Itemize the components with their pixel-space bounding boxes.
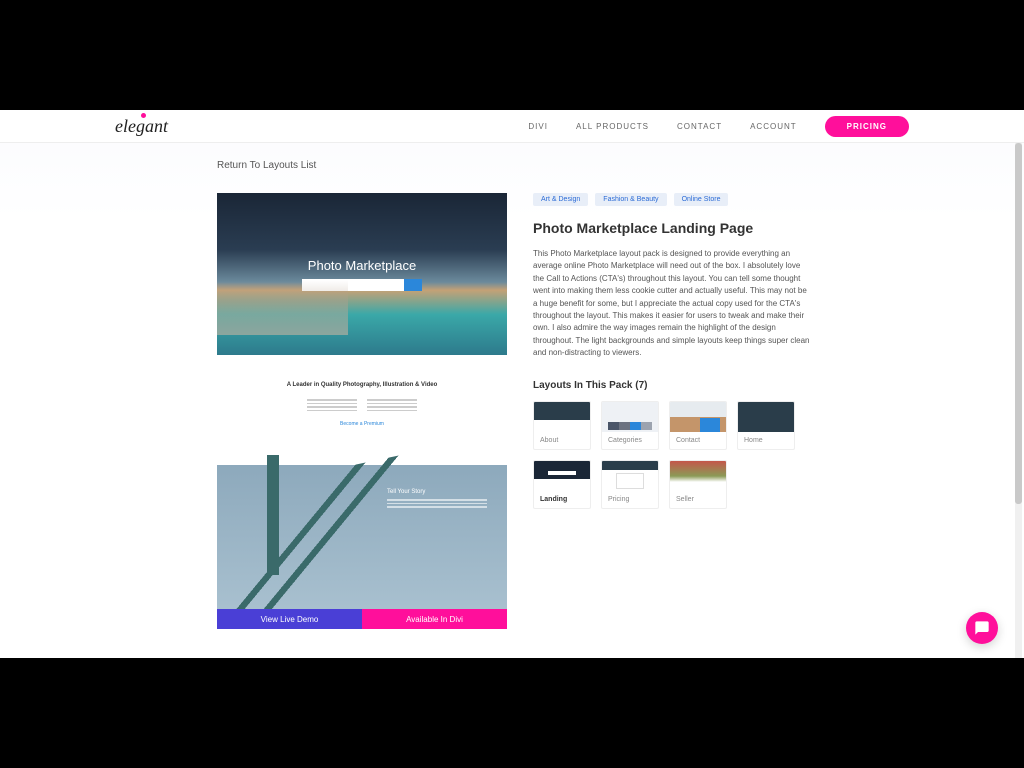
nav-link-all-products[interactable]: ALL PRODUCTS	[576, 122, 649, 131]
layout-thumb	[670, 461, 726, 491]
nav-link-divi[interactable]: DIVI	[528, 122, 548, 131]
layout-thumb	[602, 461, 658, 491]
top-nav: elegant DIVI ALL PRODUCTS CONTACT ACCOUN…	[0, 110, 1024, 143]
logo[interactable]: elegant	[115, 116, 168, 137]
return-to-layouts-link[interactable]: Return To Layouts List	[217, 160, 316, 171]
layout-thumb	[534, 402, 590, 432]
letterbox-top	[0, 0, 1024, 110]
preview-section-title: A Leader in Quality Photography, Illustr…	[287, 381, 438, 389]
tag-fashion-beauty[interactable]: Fashion & Beauty	[595, 193, 666, 206]
preview-action-bar: View Live Demo Available In Divi	[217, 609, 507, 629]
layout-label: Landing	[534, 491, 590, 508]
preview-section-leader: A Leader in Quality Photography, Illustr…	[217, 355, 507, 465]
tag-art-design[interactable]: Art & Design	[533, 193, 588, 206]
layout-label: Seller	[670, 491, 726, 508]
layout-card-landing[interactable]: Landing	[533, 460, 591, 509]
pricing-button[interactable]: PRICING	[825, 116, 909, 137]
preview-column: Photo Marketplace A Leader in Quality Ph…	[217, 161, 507, 629]
layout-card-home[interactable]: Home	[737, 401, 795, 450]
page-title: Photo Marketplace Landing Page	[533, 220, 813, 236]
chat-icon	[974, 620, 990, 636]
layout-label: Categories	[602, 432, 658, 449]
layout-card-categories[interactable]: Categories	[601, 401, 659, 450]
layout-label: About	[534, 432, 590, 449]
scrollbar[interactable]	[1015, 143, 1022, 658]
preview-section-bridge: Tell Your Story	[217, 465, 507, 609]
layout-label: Contact	[670, 432, 726, 449]
preview-section-link: Become a Premium	[340, 421, 384, 427]
layout-card-contact[interactable]: Contact	[669, 401, 727, 450]
layout-card-about[interactable]: About	[533, 401, 591, 450]
nav-links: DIVI ALL PRODUCTS CONTACT ACCOUNT PRICIN…	[528, 116, 909, 137]
viewport: elegant DIVI ALL PRODUCTS CONTACT ACCOUN…	[0, 110, 1024, 658]
available-in-divi-button[interactable]: Available In Divi	[362, 609, 507, 629]
layout-thumb	[534, 461, 590, 491]
layout-thumb	[738, 402, 794, 432]
layout-label: Pricing	[602, 491, 658, 508]
letterbox-bottom	[0, 658, 1024, 768]
scrollbar-thumb[interactable]	[1015, 143, 1022, 504]
tag-online-store[interactable]: Online Store	[674, 193, 729, 206]
chat-button[interactable]	[966, 612, 998, 644]
layout-thumb	[602, 402, 658, 432]
layout-description: This Photo Marketplace layout pack is de…	[533, 248, 813, 360]
nav-link-contact[interactable]: CONTACT	[677, 122, 722, 131]
layouts-heading: Layouts In This Pack (7)	[533, 380, 813, 391]
layout-grid: About Categories Contact Home Landing Pricing…	[533, 401, 813, 509]
preview-hero-search	[302, 279, 422, 291]
tag-list: Art & Design Fashion & Beauty Online Sto…	[533, 193, 813, 206]
layout-card-seller[interactable]: Seller	[669, 460, 727, 509]
layout-preview: Photo Marketplace A Leader in Quality Ph…	[217, 193, 507, 609]
preview-hero-title: Photo Marketplace	[308, 258, 416, 273]
nav-link-account[interactable]: ACCOUNT	[750, 122, 797, 131]
main-content: Photo Marketplace A Leader in Quality Ph…	[0, 143, 1024, 629]
info-column: Art & Design Fashion & Beauty Online Sto…	[533, 193, 813, 629]
layout-thumb	[670, 402, 726, 432]
layout-label: Home	[738, 432, 794, 449]
layout-card-pricing[interactable]: Pricing	[601, 460, 659, 509]
preview-hero: Photo Marketplace	[217, 193, 507, 355]
view-live-demo-button[interactable]: View Live Demo	[217, 609, 362, 629]
